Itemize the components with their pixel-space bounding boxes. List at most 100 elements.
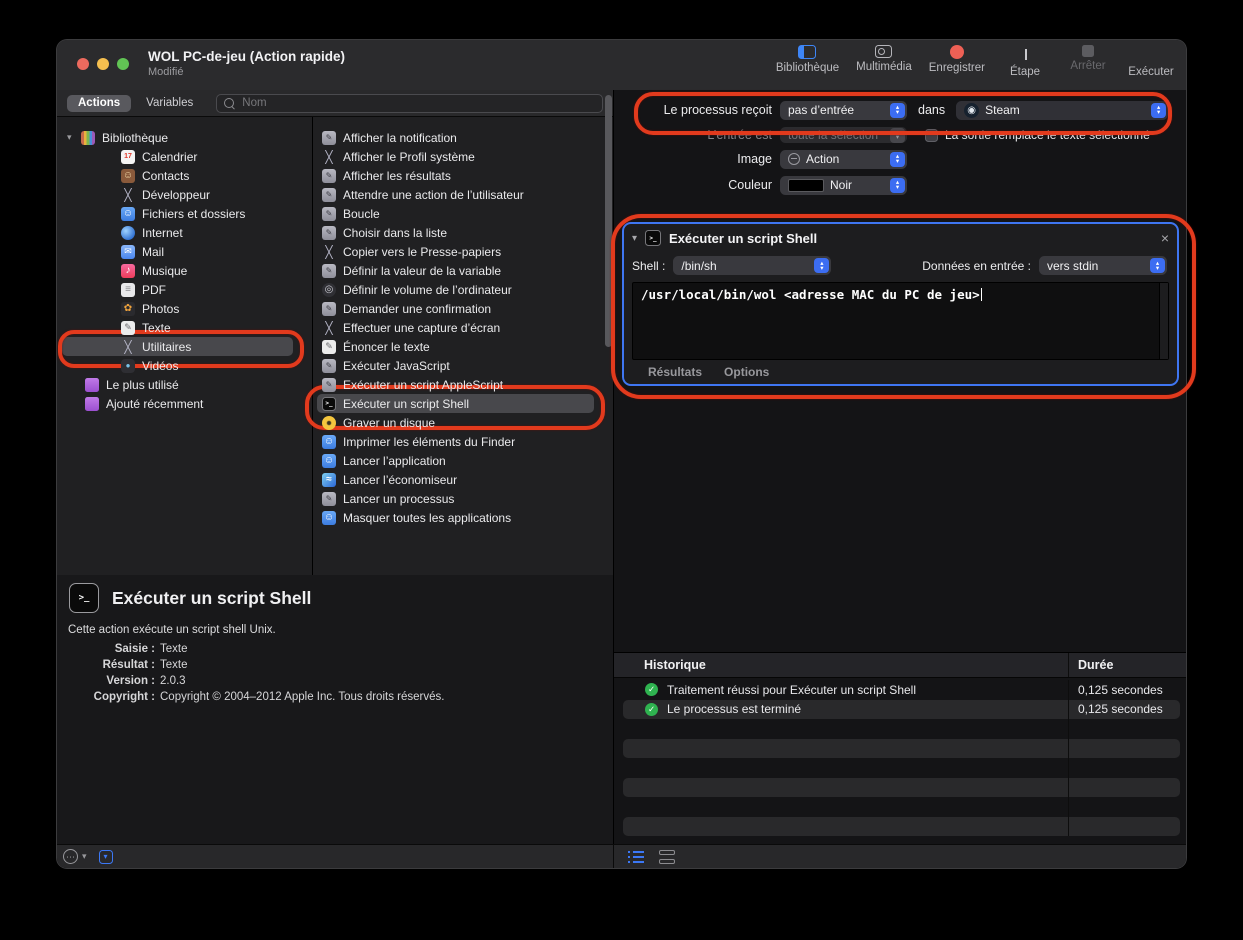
- shell-script-text: /usr/local/bin/wol <adresse MAC du PC de…: [641, 287, 980, 302]
- action-list-item[interactable]: Masquer toutes les applications: [314, 508, 613, 527]
- action-list-item[interactable]: Définir la valeur de la variable: [314, 261, 613, 280]
- toolbar-etape[interactable]: Étape: [1002, 45, 1048, 78]
- results-button[interactable]: Résultats: [648, 365, 702, 379]
- action-list-item[interactable]: Définir le volume de l’ordinateur: [314, 280, 613, 299]
- history-row[interactable]: [623, 797, 1180, 817]
- sidebar-item-videos[interactable]: Vidéos: [57, 356, 312, 375]
- history-row-process-done[interactable]: Le processus est terminé 0,125 secondes: [623, 700, 1180, 720]
- history-row-duration: 0,125 secondes: [1068, 680, 1180, 700]
- tree-item-label: Musique: [142, 264, 187, 278]
- toolbar-enregistrer[interactable]: Enregistrer: [929, 45, 985, 74]
- sidebar-item-le-plus-utilise[interactable]: Le plus utilisé: [57, 375, 312, 394]
- close-window-button[interactable]: [77, 58, 89, 70]
- stdin-popup-value: vers stdin: [1047, 259, 1098, 273]
- sidebar-item-contacts[interactable]: Contacts: [57, 166, 312, 185]
- sidebar-item-musique[interactable]: Musique: [57, 261, 312, 280]
- history-row-success-shell[interactable]: Traitement réussi pour Exécuter un scrip…: [623, 680, 1180, 700]
- view-list-button[interactable]: [628, 850, 645, 863]
- automator-window: WOL PC-de-jeu (Action rapide) Modifié Bi…: [57, 40, 1186, 868]
- input-type-row: L’entrée est toute la sélection La sorti…: [614, 127, 1150, 143]
- action-list-item[interactable]: Graver un disque: [314, 413, 613, 432]
- history-row[interactable]: [623, 739, 1180, 759]
- stdin-popup[interactable]: vers stdin: [1039, 256, 1167, 275]
- replace-selected-text-checkbox[interactable]: [925, 129, 938, 142]
- history-row-duration: 0,125 secondes: [1068, 700, 1180, 720]
- script-scrollbar-track[interactable]: [1159, 283, 1168, 359]
- action-list-item[interactable]: Afficher le Profil système: [314, 147, 613, 166]
- tab-actions[interactable]: Actions: [67, 95, 131, 112]
- sidebar-item-ajoute-recemment[interactable]: Ajouté récemment: [57, 394, 312, 413]
- history-row[interactable]: [623, 778, 1180, 798]
- history-row[interactable]: [623, 817, 1180, 837]
- panel-toggle-icon[interactable]: [99, 850, 113, 864]
- description-field-value: 2.0.3: [160, 675, 186, 687]
- action-menu-icon[interactable]: [63, 849, 78, 864]
- toolbar-arreter[interactable]: Arrêter: [1065, 45, 1111, 72]
- sidebar-item-mail[interactable]: Mail: [57, 242, 312, 261]
- shell-popup[interactable]: /bin/sh: [673, 256, 831, 275]
- sidebar-item-fichiers-et-dossiers[interactable]: Fichiers et dossiers: [57, 204, 312, 223]
- sidebar-item-bibliotheque[interactable]: Bibliothèque: [57, 128, 312, 147]
- action-item-icon: [322, 226, 336, 240]
- sidebar-item-developpeur[interactable]: Développeur: [57, 185, 312, 204]
- collapse-chevron-icon[interactable]: ▾: [632, 233, 637, 244]
- action-list-item[interactable]: Afficher les résultats: [314, 166, 613, 185]
- disclosure-chevron-icon[interactable]: [67, 132, 81, 143]
- options-button[interactable]: Options: [724, 365, 769, 379]
- actions-scrollbar[interactable]: [605, 95, 612, 347]
- tree-item-icon: [121, 150, 135, 164]
- close-action-icon[interactable]: ×: [1161, 231, 1169, 245]
- action-list-item[interactable]: Copier vers le Presse-papiers: [314, 242, 613, 261]
- toolbar-multimedia[interactable]: Multimédia: [856, 45, 912, 73]
- action-item-label: Demander une confirmation: [343, 302, 491, 316]
- sidebar-item-internet[interactable]: Internet: [57, 223, 312, 242]
- tree-item-label: Bibliothèque: [102, 131, 168, 145]
- history-row[interactable]: [623, 758, 1180, 778]
- popup-stepper-icon: [890, 128, 905, 143]
- history-title: Historique: [614, 658, 1068, 672]
- toolbar-executer[interactable]: Exécuter: [1128, 45, 1174, 78]
- view-flow-button[interactable]: [659, 850, 675, 864]
- action-item-label: Imprimer les éléments du Finder: [343, 435, 515, 449]
- action-list-item[interactable]: Effectuer une capture d’écran: [314, 318, 613, 337]
- action-item-icon: [322, 150, 336, 164]
- color-popup[interactable]: Noir: [780, 176, 907, 195]
- shell-script-editor[interactable]: /usr/local/bin/wol <adresse MAC du PC de…: [632, 282, 1169, 360]
- action-list-item[interactable]: Afficher la notification: [314, 128, 613, 147]
- action-list-item[interactable]: Boucle: [314, 204, 613, 223]
- chevron-down-icon[interactable]: ▾: [82, 851, 87, 862]
- action-item-label: Afficher le Profil système: [343, 150, 475, 164]
- minimize-window-button[interactable]: [97, 58, 109, 70]
- sidebar-item-photos[interactable]: Photos: [57, 299, 312, 318]
- history-header: Historique Durée: [614, 652, 1186, 678]
- action-list-item[interactable]: Lancer l’économiseur: [314, 470, 613, 489]
- action-item-label: Copier vers le Presse-papiers: [343, 245, 501, 259]
- sidebar-item-texte[interactable]: Texte: [57, 318, 312, 337]
- action-list-item[interactable]: Exécuter JavaScript: [314, 356, 613, 375]
- sidebar-item-calendrier[interactable]: Calendrier: [57, 147, 312, 166]
- sidebar-item-pdf[interactable]: PDF: [57, 280, 312, 299]
- success-check-icon: [645, 683, 658, 696]
- action-list-item[interactable]: Exécuter un script AppleScript: [314, 375, 613, 394]
- image-popup[interactable]: Action: [780, 150, 907, 169]
- sidebar-item-utilitaires[interactable]: Utilitaires: [57, 337, 312, 356]
- action-item-icon: [322, 131, 336, 145]
- action-list-item[interactable]: Attendre une action de l’utilisateur: [314, 185, 613, 204]
- action-list-item[interactable]: Lancer un processus: [314, 489, 613, 508]
- action-list-item[interactable]: Demander une confirmation: [314, 299, 613, 318]
- process-input-popup[interactable]: pas d’entrée: [780, 101, 907, 120]
- action-list-item[interactable]: Énoncer le texte: [314, 337, 613, 356]
- history-row[interactable]: [623, 719, 1180, 739]
- action-list-item[interactable]: Imprimer les éléments du Finder: [314, 432, 613, 451]
- action-list-item[interactable]: Choisir dans la liste: [314, 223, 613, 242]
- search-field[interactable]: [216, 94, 603, 113]
- shell-script-action-block: ▾ Exécuter un script Shell × Shell : /bi…: [622, 222, 1179, 386]
- workflow-pane: Le processus reçoit pas d’entrée dans St…: [614, 90, 1186, 868]
- action-item-executer-un-script-shell[interactable]: Exécuter un script Shell: [314, 394, 613, 413]
- toolbar-bibliotheque[interactable]: Bibliothèque: [776, 45, 839, 74]
- zoom-window-button[interactable]: [117, 58, 129, 70]
- tab-variables[interactable]: Variables: [135, 95, 204, 112]
- application-popup[interactable]: Steam: [956, 101, 1168, 120]
- action-list-item[interactable]: Lancer l’application: [314, 451, 613, 470]
- search-input[interactable]: [240, 96, 595, 110]
